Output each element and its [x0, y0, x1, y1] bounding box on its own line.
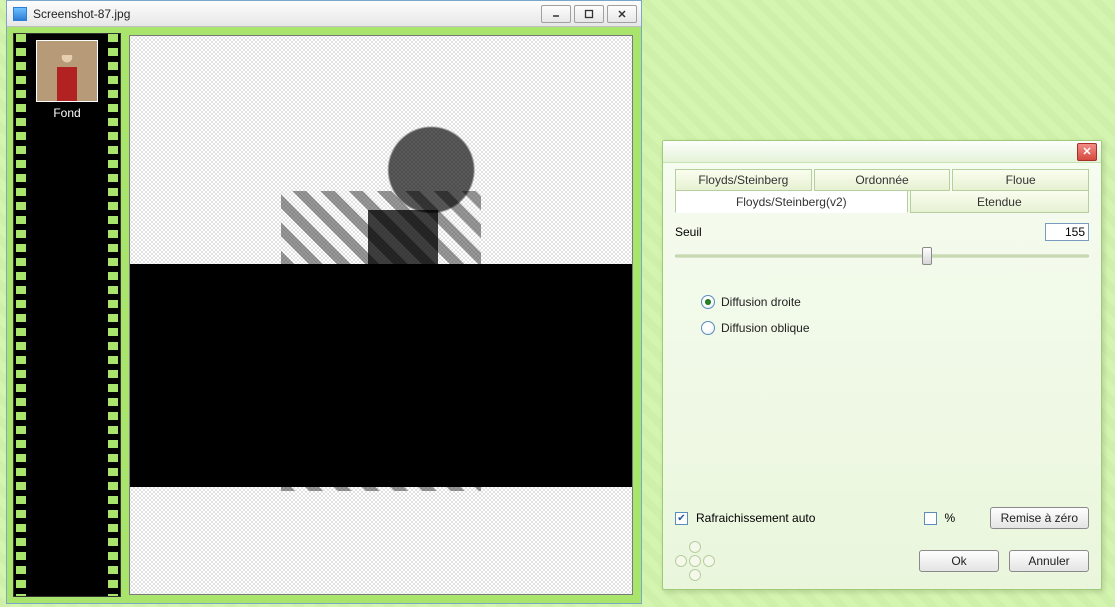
tab-floyds-steinberg[interactable]: Floyds/Steinberg [675, 169, 812, 191]
pan-left-icon[interactable] [675, 555, 687, 567]
minimize-button[interactable] [541, 5, 571, 23]
dither-dialog: ✕ Floyds/Steinberg Ordonnée Floue Floyds… [662, 140, 1102, 590]
tab-floyds-steinberg-v2[interactable]: Floyds/Steinberg(v2) [675, 191, 908, 213]
radio-icon [701, 321, 715, 335]
pan-right-icon[interactable] [703, 555, 715, 567]
layer-filmstrip[interactable]: Fond [13, 33, 121, 597]
auto-refresh-checkbox[interactable] [675, 512, 688, 525]
pan-up-icon[interactable] [689, 541, 701, 553]
window-title: Screenshot-87.jpg [33, 7, 541, 21]
pan-joystick[interactable] [675, 541, 715, 581]
radio-diffusion-droite[interactable]: Diffusion droite [701, 289, 1089, 315]
seuil-input[interactable] [1045, 223, 1089, 241]
slider-thumb[interactable] [922, 247, 932, 265]
layer-thumbnail[interactable]: Fond [36, 40, 98, 120]
tab-etendue[interactable]: Etendue [910, 191, 1089, 213]
diffusion-radio-group: Diffusion droite Diffusion oblique [675, 285, 1089, 341]
percent-checkbox[interactable] [924, 512, 937, 525]
auto-refresh-label: Rafraichissement auto [696, 511, 815, 525]
slider-track [675, 255, 1089, 258]
seuil-label: Seuil [675, 225, 702, 239]
dialog-body: Floyds/Steinberg Ordonnée Floue Floyds/S… [663, 163, 1101, 589]
tab-floue[interactable]: Floue [952, 169, 1089, 191]
window-buttons [541, 5, 637, 23]
titlebar: Screenshot-87.jpg [7, 1, 641, 27]
close-icon [617, 9, 627, 19]
action-row: Ok Annuler [675, 535, 1089, 581]
seuil-slider[interactable] [675, 245, 1089, 267]
pan-center-icon[interactable] [689, 555, 701, 567]
tab-ordonnee[interactable]: Ordonnée [814, 169, 951, 191]
dialog-close-button[interactable]: ✕ [1077, 143, 1097, 161]
maximize-icon [584, 9, 594, 19]
ok-button[interactable]: Ok [919, 550, 999, 572]
percent-label: % [945, 511, 956, 525]
app-icon [13, 7, 27, 21]
editor-body: Fond [7, 27, 641, 603]
layer-label: Fond [36, 106, 98, 120]
minimize-icon [551, 9, 561, 19]
radio-diffusion-oblique[interactable]: Diffusion oblique [701, 315, 1089, 341]
cancel-button[interactable]: Annuler [1009, 550, 1089, 572]
reset-button[interactable]: Remise à zéro [990, 507, 1089, 529]
options-row: Rafraichissement auto % Remise à zéro [675, 501, 1089, 535]
editor-window: Screenshot-87.jpg Fond [6, 0, 642, 604]
pan-down-icon[interactable] [689, 569, 701, 581]
close-icon: ✕ [1082, 145, 1091, 158]
radio-icon [701, 295, 715, 309]
close-button[interactable] [607, 5, 637, 23]
thumbnail-image [36, 40, 98, 102]
tab-group: Floyds/Steinberg Ordonnée Floue Floyds/S… [675, 169, 1089, 213]
dialog-titlebar: ✕ [663, 141, 1101, 163]
canvas-preview[interactable] [129, 35, 633, 595]
maximize-button[interactable] [574, 5, 604, 23]
seuil-row: Seuil [675, 223, 1089, 241]
canvas-frame [127, 33, 635, 597]
